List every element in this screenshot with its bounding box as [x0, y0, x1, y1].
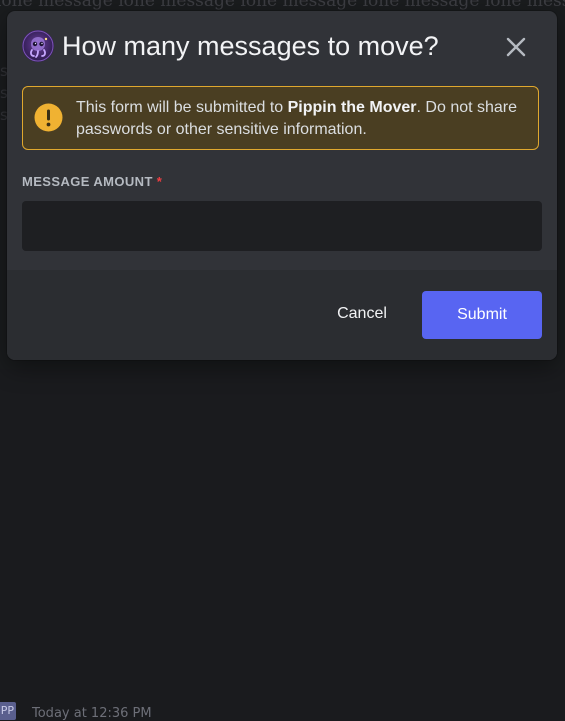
close-icon: [506, 37, 526, 57]
message-amount-input[interactable]: [22, 201, 542, 251]
bot-avatar-icon: [22, 30, 54, 62]
required-marker: *: [156, 174, 163, 189]
message-amount-label: MESSAGE AMOUNT *: [22, 174, 163, 189]
modal-dialog: How many messages to move? This form wil…: [7, 11, 557, 360]
bot-name: Pippin the Mover: [287, 99, 417, 116]
submission-warning: This form will be submitted to Pippin th…: [22, 86, 539, 150]
modal-header: How many messages to move?: [7, 11, 557, 81]
warning-icon: [34, 103, 63, 132]
avatar: PP: [0, 702, 16, 720]
cancel-button[interactable]: Cancel: [314, 299, 410, 329]
message-timestamp: Today at 12:36 PM: [32, 706, 152, 721]
modal-title: How many messages to move?: [62, 31, 439, 61]
warning-text: This form will be submitted to Pippin th…: [76, 99, 518, 138]
submit-button[interactable]: Submit: [422, 291, 542, 339]
close-button[interactable]: [501, 32, 531, 62]
